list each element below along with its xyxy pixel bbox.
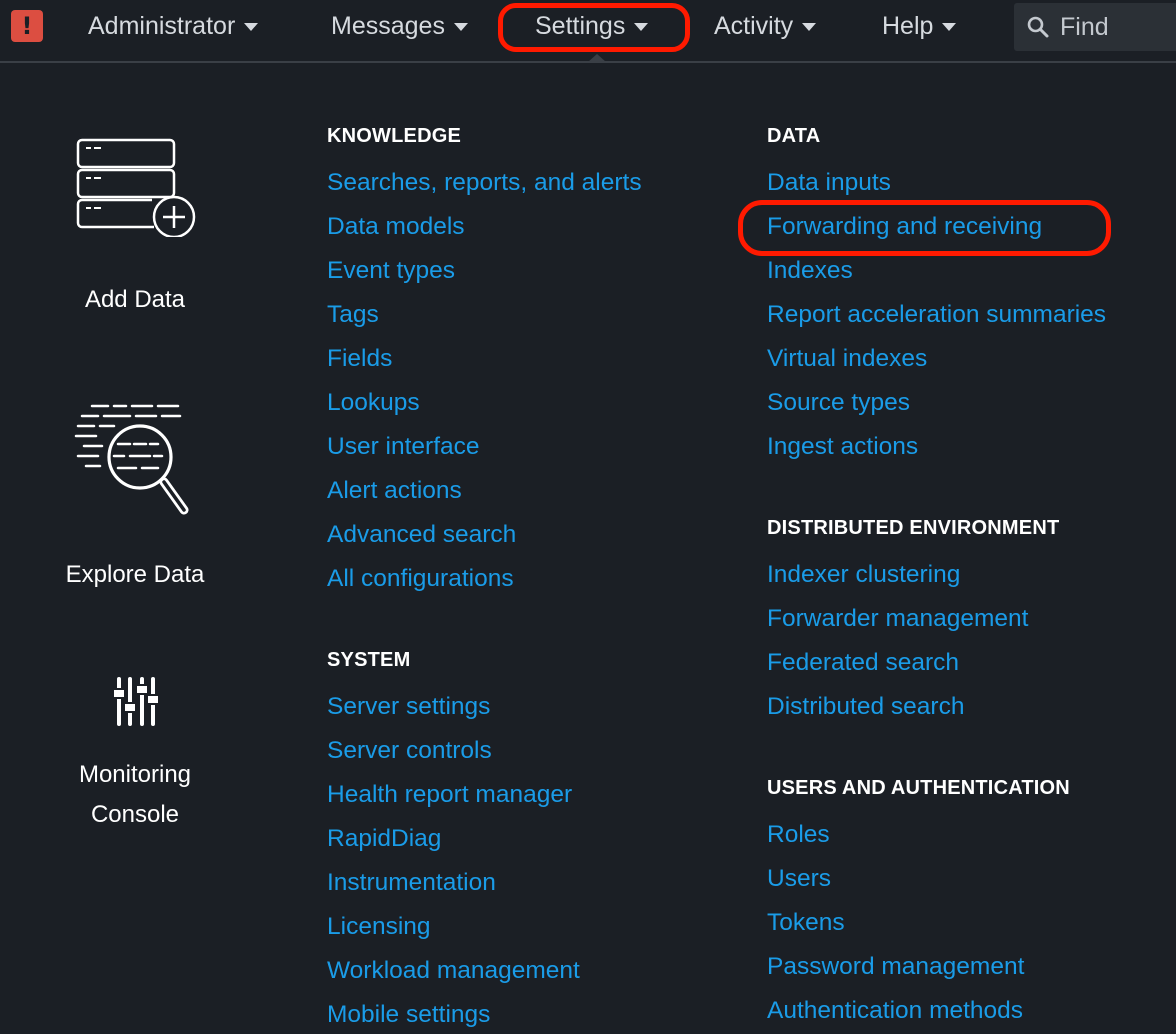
link-authentication-methods[interactable]: Authentication methods [767,996,1023,1026]
users-and-authentication-header: USERS AND AUTHENTICATION [767,777,1070,799]
add-data-icon [76,138,196,237]
nav-help-label: Help [882,11,934,40]
menu-divider [0,61,1176,63]
link-tags[interactable]: Tags [327,300,379,330]
find-label: Find [1060,12,1109,41]
link-searches-reports-alerts[interactable]: Searches, reports, and alerts [327,168,642,198]
link-forwarding-and-receiving[interactable]: Forwarding and receiving [767,212,1042,242]
explore-data-label: Explore Data [65,561,205,588]
caret-down-icon [453,23,468,31]
explore-data-icon [74,404,189,515]
search-icon [1027,16,1049,38]
link-advanced-search[interactable]: Advanced search [327,520,516,550]
nav-activity-menu[interactable]: Activity [714,8,817,44]
monitoring-console-icon [113,677,159,726]
link-rapiddiag[interactable]: RapidDiag [327,824,441,854]
nav-settings-label: Settings [535,11,626,40]
link-distributed-search[interactable]: Distributed search [767,692,964,722]
link-data-models[interactable]: Data models [327,212,465,242]
knowledge-header: KNOWLEDGE [327,125,462,147]
nav-administrator-label: Administrator [88,11,236,40]
add-data-label: Add Data [84,286,186,313]
link-forwarder-management[interactable]: Forwarder management [767,604,1028,634]
link-roles[interactable]: Roles [767,820,830,850]
link-instrumentation[interactable]: Instrumentation [327,868,496,898]
link-virtual-indexes[interactable]: Virtual indexes [767,344,927,374]
link-event-types[interactable]: Event types [327,256,455,286]
system-header: SYSTEM [327,649,411,671]
link-indexes[interactable]: Indexes [767,256,853,286]
nav-help-menu[interactable]: Help [882,8,957,44]
link-data-inputs[interactable]: Data inputs [767,168,891,198]
caret-down-icon [244,23,259,31]
link-server-settings[interactable]: Server settings [327,692,490,722]
nav-messages-label: Messages [331,11,445,40]
link-source-types[interactable]: Source types [767,388,910,418]
link-indexer-clustering[interactable]: Indexer clustering [767,560,960,590]
link-user-interface[interactable]: User interface [327,432,480,462]
link-users[interactable]: Users [767,864,831,894]
caret-down-icon [634,23,649,31]
nav-activity-label: Activity [714,11,794,40]
caret-down-icon [942,23,957,31]
link-alert-actions[interactable]: Alert actions [327,476,462,506]
link-report-acceleration-summaries[interactable]: Report acceleration summaries [767,300,1106,330]
distributed-environment-header: DISTRIBUTED ENVIRONMENT [767,517,1060,539]
nav-administrator-menu[interactable]: Administrator [88,8,259,44]
find-search-box[interactable]: Find [1014,3,1176,51]
monitoring-console-label-line2: Console [90,801,180,828]
link-licensing[interactable]: Licensing [327,912,431,942]
top-navbar: ! Administrator Messages Settings Activi… [0,0,1176,52]
nav-settings-menu[interactable]: Settings [535,8,649,44]
monitoring-console-label-line1: Monitoring [78,761,192,788]
link-lookups[interactable]: Lookups [327,388,420,418]
link-mobile-settings[interactable]: Mobile settings [327,1000,490,1030]
link-ingest-actions[interactable]: Ingest actions [767,432,918,462]
link-federated-search[interactable]: Federated search [767,648,959,678]
link-password-management[interactable]: Password management [767,952,1024,982]
alert-icon[interactable]: ! [11,10,43,42]
link-workload-management[interactable]: Workload management [327,956,580,986]
link-tokens[interactable]: Tokens [767,908,845,938]
data-header: DATA [767,125,821,147]
nav-messages-menu[interactable]: Messages [331,8,468,44]
caret-down-icon [802,23,817,31]
link-all-configurations[interactable]: All configurations [327,564,514,594]
link-fields[interactable]: Fields [327,344,392,374]
link-health-report-manager[interactable]: Health report manager [327,780,572,810]
link-server-controls[interactable]: Server controls [327,736,492,766]
